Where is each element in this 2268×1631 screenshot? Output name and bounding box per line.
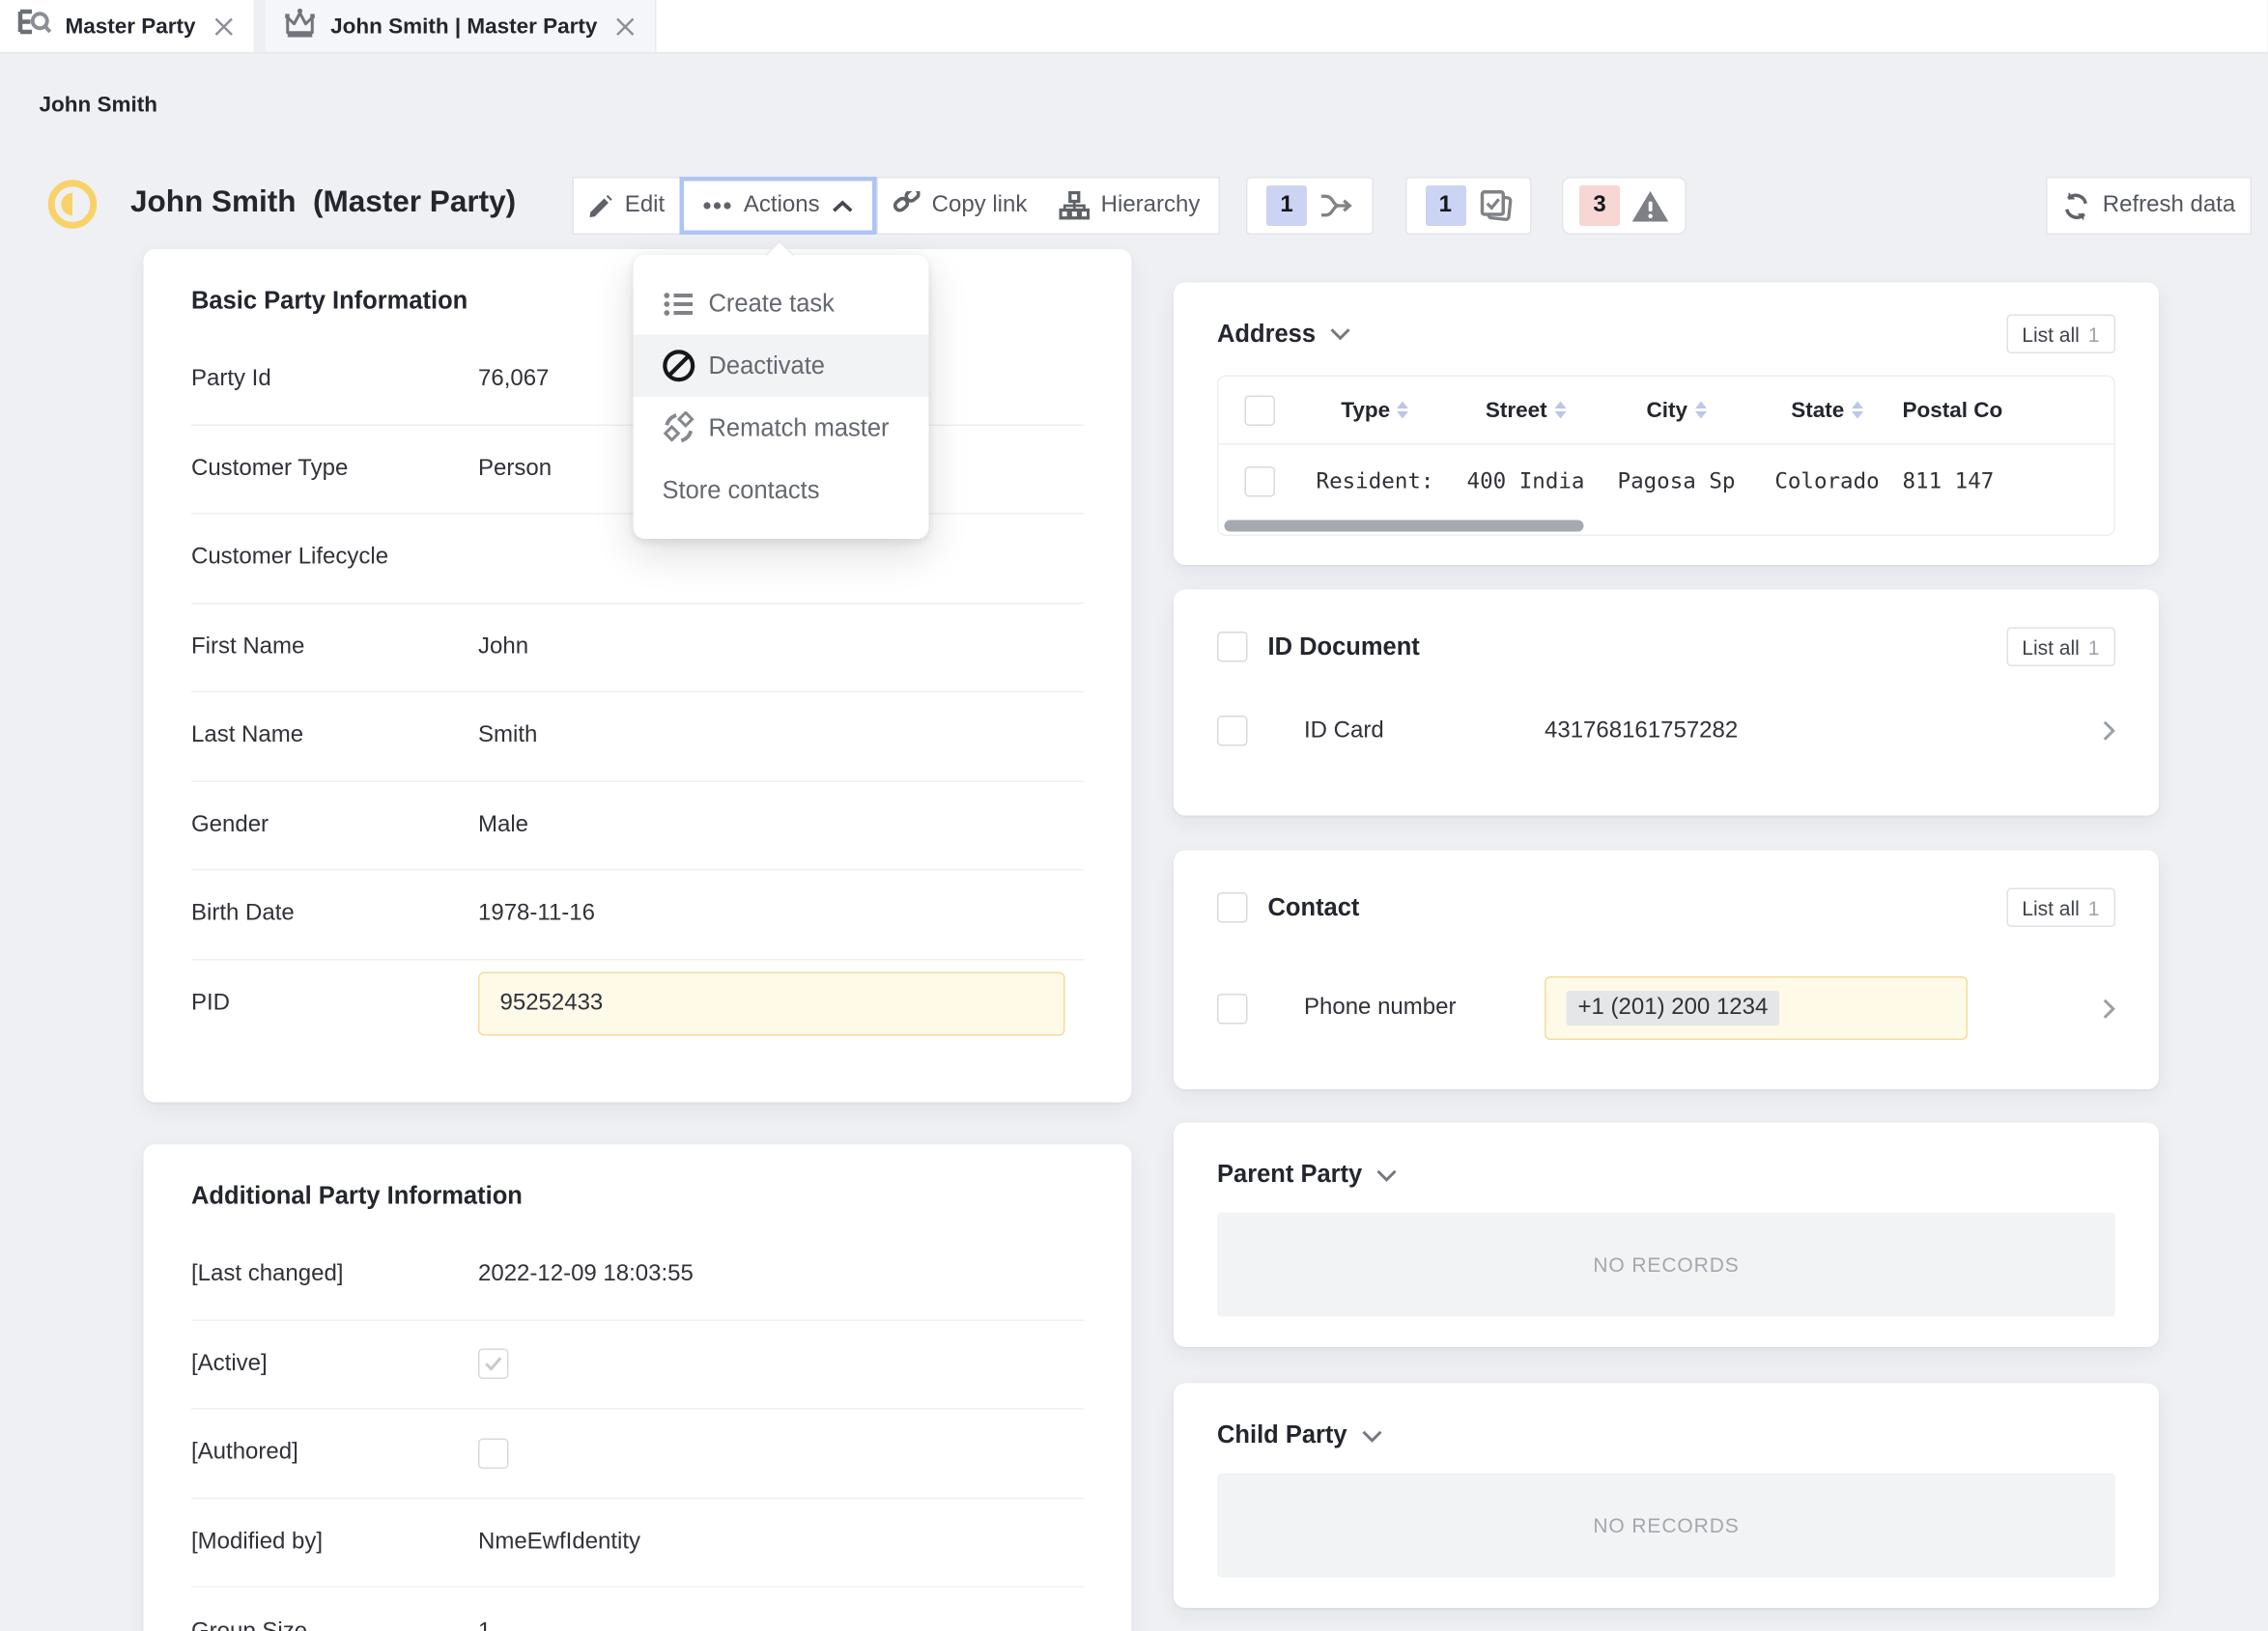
pid-highlighted-field[interactable]: 95252433: [478, 972, 1065, 1036]
edit-button[interactable]: Edit: [573, 177, 680, 235]
contact-card: Contact List all1 Phone number +1 (201) …: [1174, 851, 2159, 1090]
field-row-birth-date: Birth Date 1978-11-16: [191, 871, 1084, 960]
field-row-modified-by: [Modified by] NmeEwfIdentity: [191, 1499, 1084, 1588]
menu-item-deactivate[interactable]: Deactivate: [634, 335, 929, 398]
no-records-placeholder: NO RECORDS: [1217, 1474, 2115, 1578]
address-table-row[interactable]: Resident: 400 India Pagosa Sp Colorado 8…: [1219, 445, 2114, 518]
menu-item-rematch-master[interactable]: Rematch master: [634, 397, 929, 460]
task-stack-icon: [1477, 188, 1512, 223]
refresh-data-button[interactable]: Refresh data: [2046, 177, 2252, 235]
select-all-checkbox[interactable]: [1244, 395, 1275, 426]
header-row: John Smith (Master Party) Edit Actions C…: [0, 177, 2268, 235]
authored-checkbox[interactable]: [478, 1438, 509, 1469]
address-card: Address List all1 Type Street City State…: [1174, 283, 2159, 566]
id-document-list-all-button[interactable]: List all1: [2006, 628, 2115, 667]
merge-arrow-icon: [1318, 193, 1353, 219]
contact-checkbox[interactable]: [1217, 892, 1248, 923]
contact-list-all-button[interactable]: List all1: [2006, 888, 2115, 928]
tab-john-smith[interactable]: John Smith | Master Party: [266, 0, 657, 52]
field-row-last-changed: [Last changed] 2022-12-09 18:03:55: [191, 1231, 1084, 1320]
child-party-card: Child Party NO RECORDS: [1174, 1384, 2159, 1609]
sort-icon[interactable]: [1398, 402, 1409, 419]
row-checkbox[interactable]: [1217, 993, 1248, 1024]
section-title: Address: [1217, 320, 1316, 349]
copy-link-button[interactable]: Copy link: [877, 177, 1042, 235]
section-title: Child Party: [1217, 1421, 1347, 1450]
field-row-first-name: First Name John: [191, 604, 1084, 692]
tab-label: John Smith | Master Party: [330, 14, 597, 39]
tab-bar: Master Party John Smith | Master Party: [0, 0, 2268, 54]
chevron-down-icon[interactable]: [1362, 1429, 1382, 1443]
selected-value: +1 (201) 200 1234: [1567, 991, 1780, 1026]
address-table-header: Type Street City State Postal Co: [1219, 377, 2114, 445]
refresh-icon: [2062, 190, 2091, 221]
sort-icon[interactable]: [1554, 402, 1566, 419]
field-row-pid: PID 95252433: [191, 960, 1084, 1049]
phone-highlighted-field[interactable]: +1 (201) 200 1234: [1545, 976, 1968, 1040]
card-title: Additional Party Information: [191, 1182, 1084, 1211]
ellipsis-icon: [703, 202, 732, 211]
tab-master-party[interactable]: Master Party: [0, 0, 266, 52]
address-list-all-button[interactable]: List all1: [2006, 315, 2115, 354]
tasks-button[interactable]: 1: [1405, 177, 1532, 235]
id-document-checkbox[interactable]: [1217, 632, 1248, 662]
menu-item-store-contacts[interactable]: Store contacts: [634, 460, 929, 522]
chevron-right-icon[interactable]: [2103, 998, 2116, 1020]
badge-count: 3: [1579, 185, 1620, 226]
row-checkbox[interactable]: [1217, 716, 1248, 746]
chevron-down-icon[interactable]: [1330, 327, 1350, 341]
close-icon[interactable]: [616, 16, 636, 36]
section-title: Contact: [1268, 893, 1360, 922]
scrollbar-thumb[interactable]: [1225, 520, 1584, 532]
actions-dropdown-menu: Create task Deactivate Rematch maste: [634, 255, 929, 539]
breadcrumb: John Smith: [40, 93, 158, 118]
section-title: Parent Party: [1217, 1161, 1362, 1190]
sort-icon[interactable]: [1695, 402, 1707, 419]
field-row-gender: Gender Male: [191, 781, 1084, 870]
deactivate-icon: [663, 350, 696, 383]
no-records-placeholder: NO RECORDS: [1217, 1213, 2115, 1317]
contrast-circle-icon: [48, 180, 98, 237]
actions-button[interactable]: Actions: [680, 177, 877, 235]
tab-label: Master Party: [66, 14, 196, 39]
link-icon: [892, 191, 921, 220]
badge-count: 1: [1425, 185, 1465, 226]
id-card-row[interactable]: ID Card 431768161757282: [1217, 716, 2115, 746]
crown-icon: [283, 8, 318, 45]
id-document-card: ID Document List all1 ID Card 4317681617…: [1174, 590, 2159, 816]
row-checkbox[interactable]: [1244, 465, 1275, 496]
warnings-button[interactable]: 3: [1562, 177, 1687, 235]
page-title: John Smith (Master Party): [130, 185, 516, 220]
chevron-up-icon: [832, 199, 854, 212]
chevron-right-icon[interactable]: [2103, 720, 2116, 743]
eq-logo-icon: [17, 8, 52, 45]
field-row-last-name: Last Name Smith: [191, 692, 1084, 781]
chevron-down-icon[interactable]: [1376, 1168, 1397, 1182]
sort-icon[interactable]: [1852, 402, 1863, 419]
close-icon[interactable]: [214, 16, 234, 36]
warning-triangle-icon: [1631, 189, 1669, 223]
parent-party-card: Parent Party NO RECORDS: [1174, 1123, 2159, 1348]
field-row-group-size: Group Size 1: [191, 1588, 1084, 1631]
menu-notch: [765, 240, 794, 269]
phone-number-row[interactable]: Phone number +1 (201) 200 1234: [1217, 976, 2115, 1040]
merge-requests-button[interactable]: 1: [1246, 177, 1374, 235]
hierarchy-button[interactable]: Hierarchy: [1040, 177, 1220, 235]
pencil-icon: [588, 193, 613, 218]
check-icon: [484, 1356, 503, 1372]
rematch-master-icon: [663, 411, 696, 445]
horizontal-scrollbar: [1219, 518, 2114, 535]
create-task-icon: [663, 291, 696, 317]
app-viewport: Master Party John Smith | Master Party: [0, 0, 2268, 1631]
additional-party-information-card: Additional Party Information [Last chang…: [144, 1144, 1132, 1631]
field-row-authored: [Authored]: [191, 1410, 1084, 1499]
menu-item-create-task[interactable]: Create task: [634, 272, 929, 335]
address-table: Type Street City State Postal Co Residen…: [1217, 376, 2115, 537]
hierarchy-icon: [1059, 191, 1090, 220]
active-checkbox[interactable]: [478, 1349, 509, 1380]
field-row-active: [Active]: [191, 1320, 1084, 1409]
section-title: ID Document: [1268, 633, 1420, 661]
badge-count: 1: [1266, 185, 1307, 226]
